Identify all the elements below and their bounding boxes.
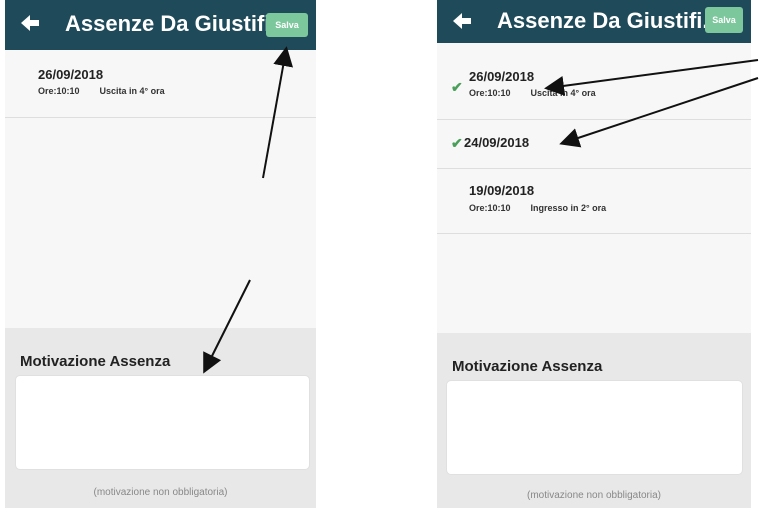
annotation-arrow xyxy=(262,46,294,179)
annotation-arrow xyxy=(544,59,759,96)
annotation-arrows xyxy=(203,46,759,374)
annotation-arrow xyxy=(203,279,251,374)
annotation-arrow xyxy=(559,77,759,148)
